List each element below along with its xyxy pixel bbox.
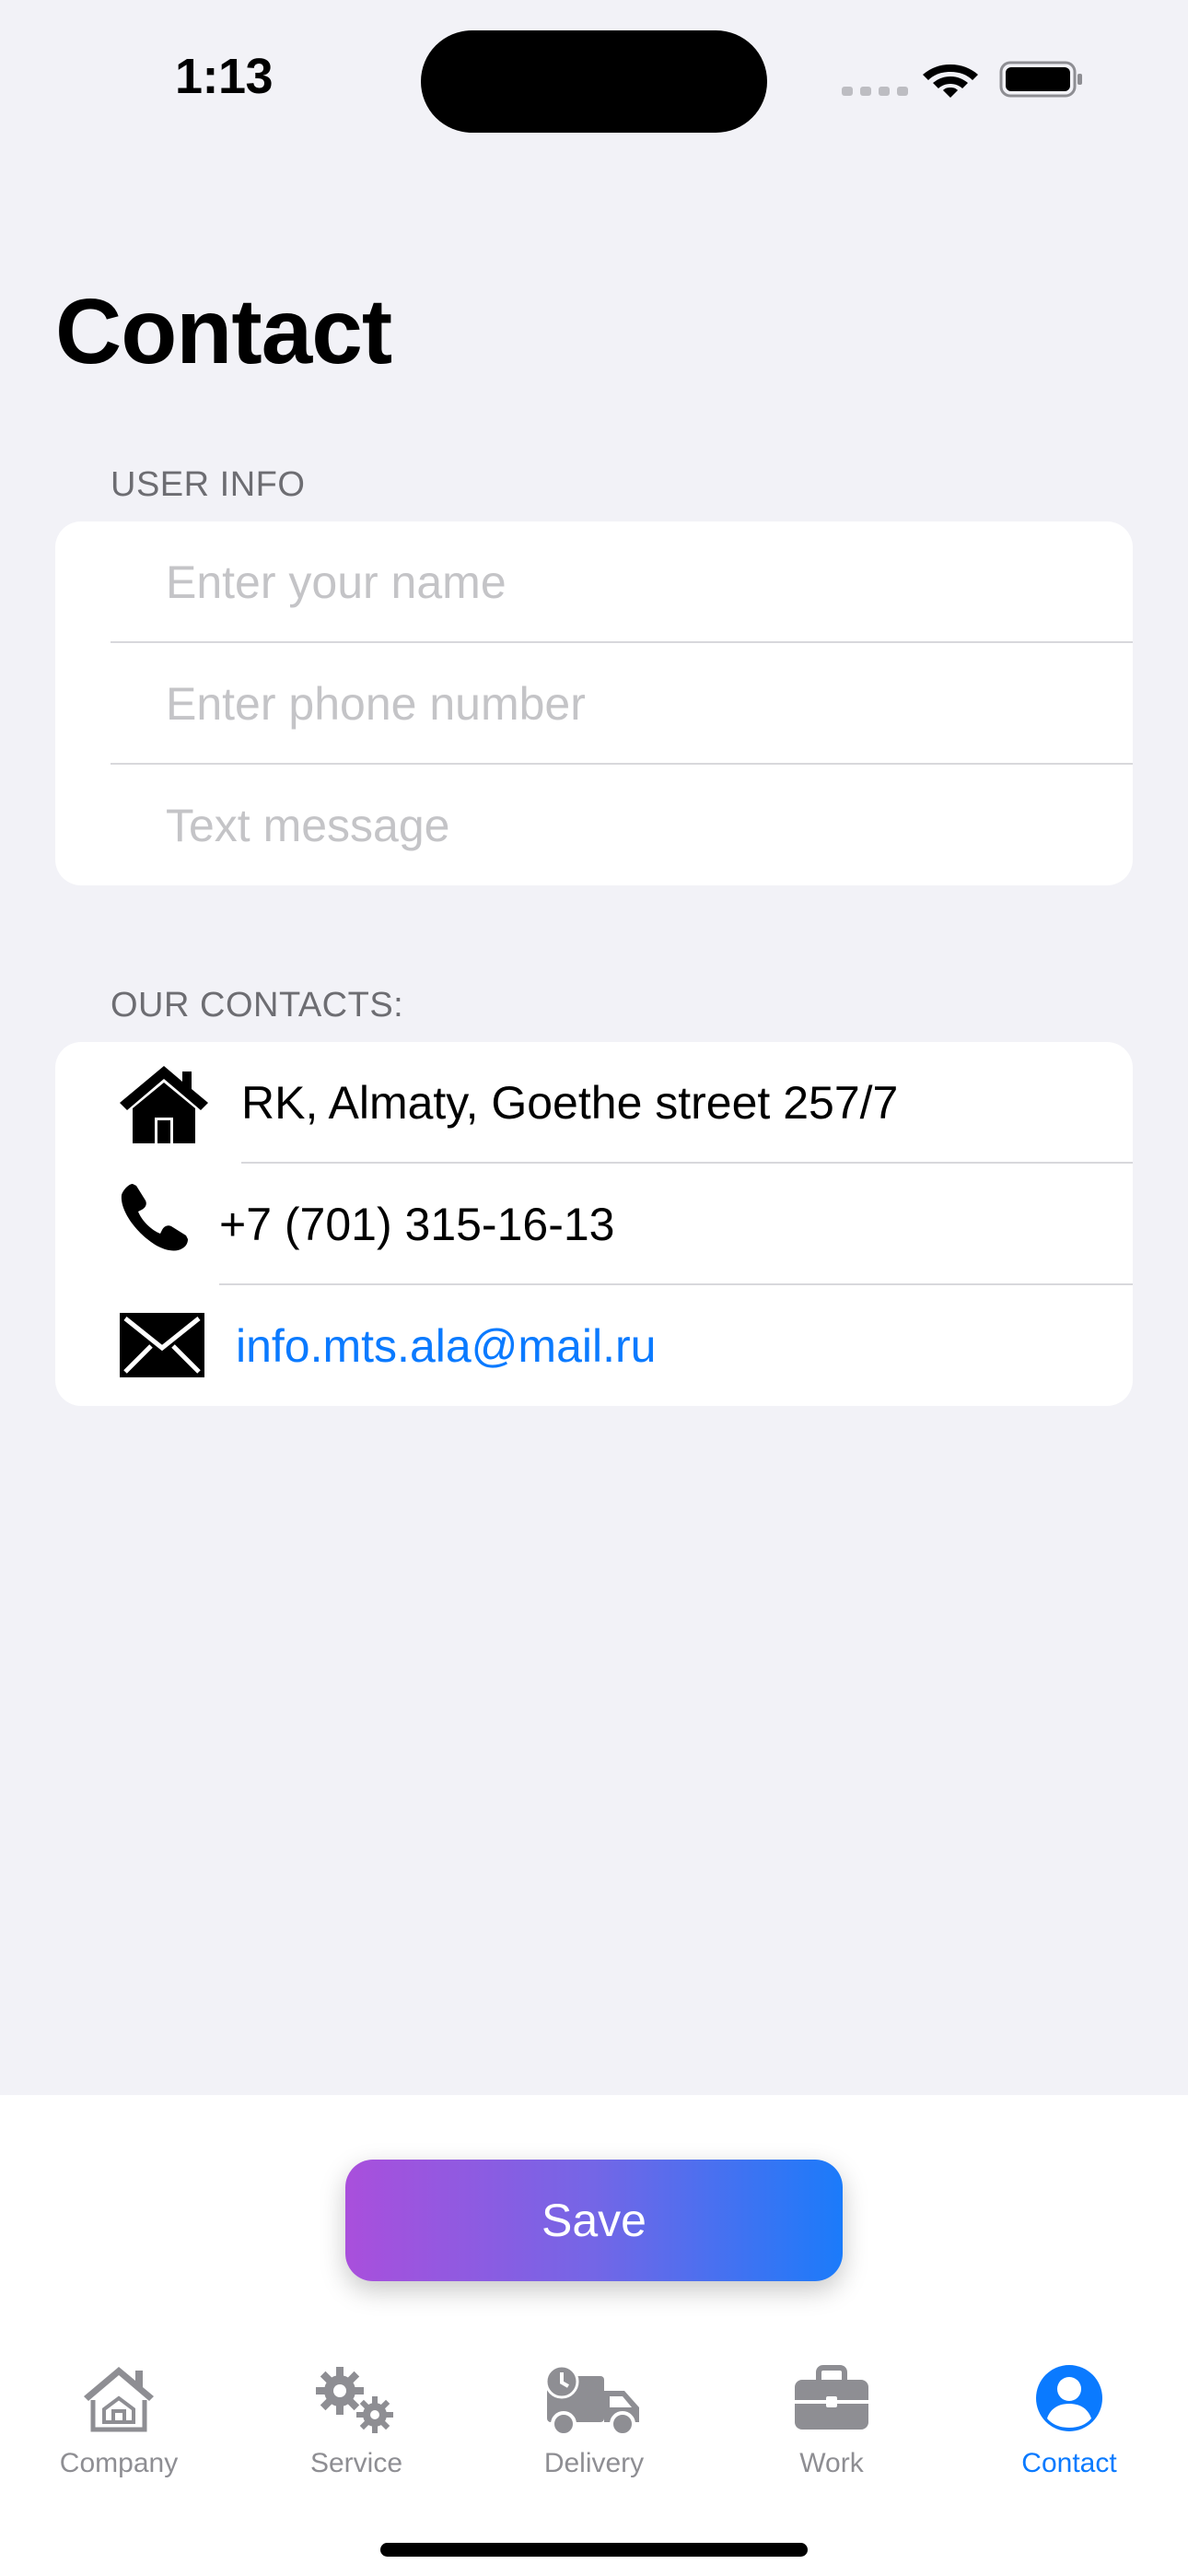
envelope-icon xyxy=(120,1313,204,1377)
person-circle-icon xyxy=(1036,2365,1102,2431)
tab-label: Contact xyxy=(1021,2448,1117,2478)
briefcase-icon xyxy=(795,2365,868,2430)
save-button[interactable]: Save xyxy=(345,2160,843,2281)
phone-icon xyxy=(121,1184,188,1251)
tab-bar: Company Service Delivery Work Contact xyxy=(0,2345,1188,2483)
user-info-header: USER INFO xyxy=(111,465,306,504)
name-input[interactable] xyxy=(166,555,1133,609)
our-contacts-header: OUR CONTACTS: xyxy=(111,986,404,1025)
wifi-icon xyxy=(923,64,978,98)
email-link[interactable]: info.mts.ala@mail.ru xyxy=(236,1323,656,1369)
tab-label: Service xyxy=(309,2448,403,2478)
status-time: 1:13 xyxy=(175,49,274,104)
dynamic-island xyxy=(421,30,767,133)
page-title: Contact xyxy=(55,280,392,383)
truck-icon xyxy=(544,2364,639,2437)
tab-label: Work xyxy=(799,2448,864,2478)
house-icon xyxy=(84,2367,154,2432)
address-text: RK, Almaty, Goethe street 257/7 xyxy=(241,1077,899,1129)
battery-icon xyxy=(999,61,1082,98)
address-row: RK, Almaty, Goethe street 257/7 xyxy=(55,1042,1133,1163)
email-row[interactable]: info.mts.ala@mail.ru xyxy=(55,1285,1133,1406)
name-field xyxy=(166,521,1133,642)
phone-row[interactable]: +7 (701) 315-16-13 xyxy=(55,1164,1133,1284)
house-icon xyxy=(120,1066,208,1143)
gears-icon xyxy=(316,2367,393,2433)
message-input[interactable] xyxy=(166,798,1133,852)
phone-text[interactable]: +7 (701) 315-16-13 xyxy=(219,1201,614,1247)
contacts-card: RK, Almaty, Goethe street 257/7 +7 (701)… xyxy=(55,1042,1133,1406)
tab-service[interactable]: Service xyxy=(238,2345,475,2483)
tab-contact[interactable]: Contact xyxy=(950,2345,1188,2483)
tab-delivery[interactable]: Delivery xyxy=(475,2345,713,2483)
tab-label: Delivery xyxy=(543,2448,645,2478)
tab-work[interactable]: Work xyxy=(713,2345,950,2483)
tab-company[interactable]: Company xyxy=(0,2345,238,2483)
user-info-card xyxy=(55,521,1133,885)
home-indicator xyxy=(380,2543,808,2557)
tab-label: Company xyxy=(59,2448,179,2478)
cellular-signal-icon xyxy=(842,87,908,96)
phone-field xyxy=(166,643,1133,764)
phone-input[interactable] xyxy=(166,676,1133,731)
message-field xyxy=(166,765,1133,885)
